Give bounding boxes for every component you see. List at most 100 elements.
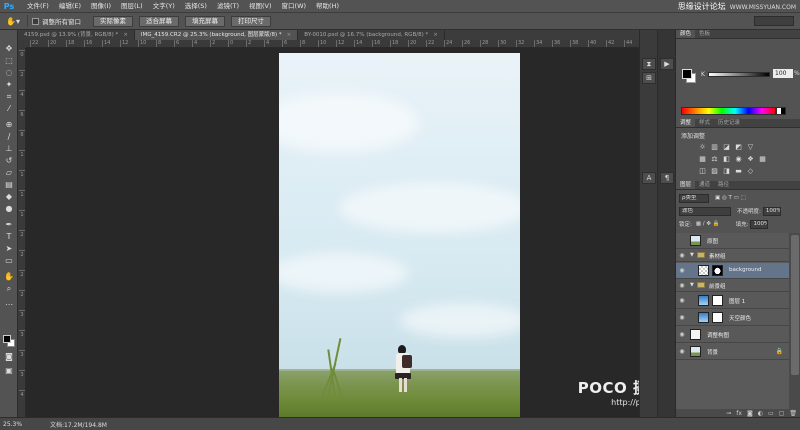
clone-stamp-tool-icon[interactable]: ⊥ xyxy=(3,144,15,154)
layer-style-icon[interactable]: fx xyxy=(736,410,742,417)
shape-tool-icon[interactable]: ▭ xyxy=(3,256,15,266)
layer-thumbnail[interactable] xyxy=(690,346,701,357)
layer-row[interactable]: ◉ background xyxy=(676,263,789,279)
character-panel-icon[interactable]: A xyxy=(642,172,656,184)
new-group-icon[interactable]: ▭ xyxy=(768,410,774,417)
lasso-tool-icon[interactable]: ◌ xyxy=(3,68,15,78)
magic-wand-tool-icon[interactable]: ✦ xyxy=(3,80,15,90)
menu-item[interactable]: 视图(V) xyxy=(244,0,277,13)
layers-scrollbar[interactable] xyxy=(789,233,800,411)
visibility-eye-icon[interactable]: ◉ xyxy=(678,267,686,275)
black-white-ramp[interactable] xyxy=(776,107,786,115)
layer-group-row[interactable]: ◉ ▼ 前景组 xyxy=(676,280,789,292)
color-lookup-icon[interactable]: ▦ xyxy=(758,155,767,164)
posterize-icon[interactable]: ▨ xyxy=(710,167,719,176)
menu-item[interactable]: 选择(S) xyxy=(180,0,212,13)
curves-icon[interactable]: ◪ xyxy=(722,143,731,152)
blur-tool-icon[interactable]: ◆ xyxy=(3,192,15,202)
tab-channels[interactable]: 通道 xyxy=(695,181,714,189)
workspace-select[interactable] xyxy=(754,16,794,26)
brush-tool-icon[interactable]: ∕ xyxy=(3,132,15,142)
link-layers-icon[interactable]: ⊸ xyxy=(726,410,731,417)
close-icon[interactable]: × xyxy=(433,32,438,38)
visibility-eye-icon[interactable]: ◉ xyxy=(678,252,686,260)
play-action-icon[interactable]: ▶ xyxy=(660,58,674,70)
dodge-tool-icon[interactable]: ● xyxy=(3,204,15,214)
layer-row[interactable]: ◉ 背景 🔒 xyxy=(676,344,789,360)
channel-mixer-icon[interactable]: ❖ xyxy=(746,155,755,164)
move-tool-icon[interactable]: ✥ xyxy=(3,44,15,54)
healing-brush-tool-icon[interactable]: ⊕ xyxy=(3,120,15,130)
document-size[interactable]: 文档:17.2M/194.8M xyxy=(50,420,107,429)
edit-toolbar-icon[interactable]: ⋯ xyxy=(3,300,15,310)
quick-mask-icon[interactable]: ◙ xyxy=(3,352,15,362)
horizontal-ruler[interactable]: 22 20 18 16 14 12 10 8 6 4 2 0 2 4 6 8 10 12 14 16 18 20 22 24 2… xyxy=(26,40,639,48)
ruler-origin[interactable] xyxy=(18,40,26,48)
vibrance-icon[interactable]: ▽ xyxy=(746,143,755,152)
vertical-ruler[interactable]: 0 2 4 6 8 1 1 1 1 2 2 2 2 3 3 3 3 4 xyxy=(18,48,26,417)
type-tool-icon[interactable]: T xyxy=(3,232,15,242)
scroll-thumb[interactable] xyxy=(791,235,799,375)
layer-filter-select[interactable]: ρ类型 xyxy=(679,193,709,203)
actual-pixels-button[interactable]: 实际像素 xyxy=(93,15,133,27)
visibility-eye-icon[interactable]: ◉ xyxy=(678,297,686,305)
menu-item[interactable]: 图像(I) xyxy=(86,0,116,13)
layer-thumbnail[interactable] xyxy=(698,265,709,276)
hand-tool-icon[interactable]: ✋▾ xyxy=(3,15,23,28)
menu-item[interactable]: 编辑(E) xyxy=(54,0,86,13)
fill-screen-button[interactable]: 填充屏幕 xyxy=(185,15,225,27)
opacity-input[interactable]: 100% xyxy=(762,206,781,216)
gradient-map-icon[interactable]: ▬ xyxy=(734,167,743,176)
tab-history[interactable]: 历史记录 xyxy=(714,119,744,127)
blend-mode-select[interactable]: 滤色 xyxy=(679,206,731,216)
history-panel-icon[interactable]: ⧗ xyxy=(642,58,656,70)
threshold-icon[interactable]: ◨ xyxy=(722,167,731,176)
marquee-tool-icon[interactable]: ⬚ xyxy=(3,56,15,66)
layer-thumbnail[interactable] xyxy=(690,329,701,340)
path-selection-tool-icon[interactable]: ➤ xyxy=(3,244,15,254)
zoom-level[interactable]: 25.3% xyxy=(0,421,26,428)
history-brush-tool-icon[interactable]: ↺ xyxy=(3,156,15,166)
menu-item[interactable]: 滤镜(T) xyxy=(212,0,244,13)
adjustment-layer-icon[interactable]: ◐ xyxy=(758,410,763,417)
document-canvas[interactable] xyxy=(279,53,520,417)
tab-paths[interactable]: 路径 xyxy=(714,181,733,189)
filter-icons[interactable]: ▣ ◎ T ▭ ⬚ xyxy=(715,195,746,201)
eraser-tool-icon[interactable]: ▱ xyxy=(3,168,15,178)
k-value-input[interactable]: 100 xyxy=(773,69,793,78)
visibility-eye-icon[interactable]: ◉ xyxy=(678,314,686,322)
exposure-icon[interactable]: ◩ xyxy=(734,143,743,152)
layer-row[interactable]: ◉ 天空颜色 xyxy=(676,310,789,326)
tab-adjustments[interactable]: 调整 xyxy=(676,119,696,127)
scroll-all-windows-checkbox[interactable]: 调整所有窗口 xyxy=(32,16,81,26)
group-expand-icon[interactable]: ▼ xyxy=(690,252,694,258)
foreground-color-swatch[interactable] xyxy=(3,335,11,343)
black-white-icon[interactable]: ◧ xyxy=(722,155,731,164)
group-expand-icon[interactable]: ▼ xyxy=(690,282,694,288)
tab-color[interactable]: 颜色 xyxy=(676,30,696,38)
layer-mask-thumbnail[interactable] xyxy=(712,312,723,323)
menu-item[interactable]: 帮助(H) xyxy=(311,0,344,13)
navigator-panel-icon[interactable]: ⊞ xyxy=(642,72,656,84)
invert-icon[interactable]: ◫ xyxy=(698,167,707,176)
tab-swatches[interactable]: 色板 xyxy=(695,30,714,38)
close-icon[interactable]: × xyxy=(287,32,292,38)
layer-row[interactable]: 原图 xyxy=(676,233,789,249)
print-size-button[interactable]: 打印尺寸 xyxy=(231,15,271,27)
visibility-eye-icon[interactable] xyxy=(678,237,686,245)
fill-input[interactable]: 100% xyxy=(750,219,769,229)
visibility-eye-icon[interactable]: ◉ xyxy=(678,282,686,290)
hue-saturation-icon[interactable]: ▦ xyxy=(698,155,707,164)
tab-layers[interactable]: 图层 xyxy=(676,181,696,189)
levels-icon[interactable]: ▥ xyxy=(710,143,719,152)
panel-foreground-swatch[interactable] xyxy=(682,69,692,79)
crop-tool-icon[interactable]: ⌗ xyxy=(3,92,15,102)
layer-row[interactable]: ◉ 图层 1 xyxy=(676,293,789,309)
paragraph-panel-icon[interactable]: ¶ xyxy=(660,172,674,184)
tab-4159-psd[interactable]: 4159.psd @ 13.9% (背景, RGB/8) * × xyxy=(18,30,135,40)
new-layer-icon[interactable]: ▢ xyxy=(779,410,785,417)
add-mask-icon[interactable]: ◙ xyxy=(747,410,753,417)
gradient-tool-icon[interactable]: ▤ xyxy=(3,180,15,190)
canvas-area[interactable] xyxy=(26,48,639,417)
k-slider[interactable] xyxy=(708,72,770,77)
